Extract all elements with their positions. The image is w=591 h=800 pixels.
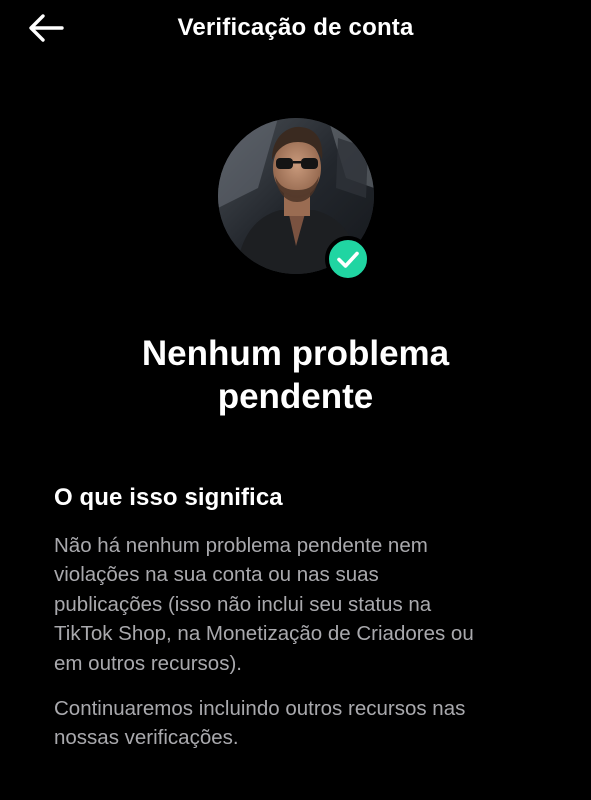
description-line: violações na sua conta ou nas suas — [54, 563, 379, 587]
page-title: Verificação de conta — [177, 14, 414, 41]
description-paragraph: Continuaremos incluindo outros recursos … — [54, 694, 564, 753]
description-line: publicações (isso não inclui seu status … — [54, 592, 432, 616]
status-title-line: Nenhum problema — [141, 334, 450, 373]
description-paragraph: Não há nenhum problema pendente nem viol… — [54, 531, 564, 678]
description-line: em outros recursos). — [54, 651, 242, 675]
profile-avatar-container — [218, 118, 374, 282]
description-line: TikTok Shop, na Monetização de Criadores… — [54, 622, 474, 646]
description-line: Não há nenhum problema pendente nem — [54, 534, 428, 557]
description-line: nossas verificações. — [54, 726, 239, 750]
top-bar: Verificação de conta — [0, 0, 591, 56]
verified-badge — [325, 236, 371, 282]
status-title: Nenhum problema pendente — [40, 332, 551, 418]
description-line: Continuaremos incluindo outros recursos … — [54, 697, 466, 720]
status-title-line: pendente — [217, 377, 374, 416]
section-heading: O que isso significa — [54, 484, 283, 511]
check-circle-icon — [325, 236, 371, 282]
